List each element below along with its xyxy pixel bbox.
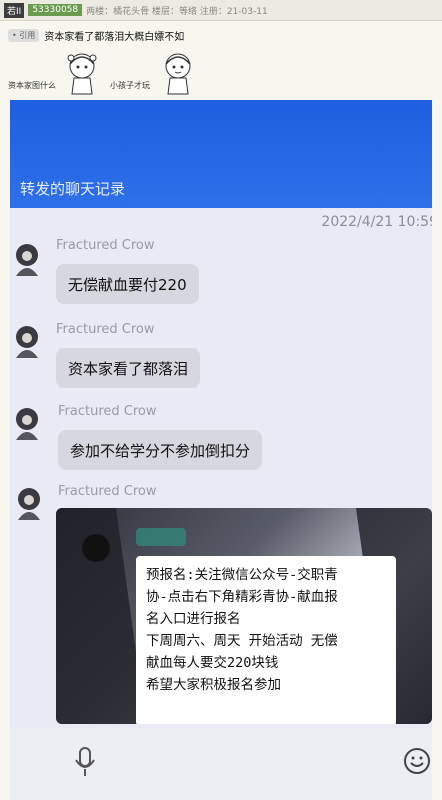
forum-topbar: 若II 53330058 两楼：橘花头骨 楼层：等络 注册：21-03-11 [0,0,442,21]
chat-timestamp: 2022/4/21 10:59 [321,214,432,230]
avatar[interactable] [12,242,42,276]
microphone-icon[interactable] [74,746,96,778]
chibi-girl-sticker-right [165,53,191,95]
message-sender: Fractured Crow [56,322,155,337]
image-message[interactable]: 预报名:关注微信公众号-交职青 协-点击右下角精彩青协-献血报 名入口进行报名 … [56,508,432,724]
post-title: 资本家看了都落泪大概白嫖不如 [44,31,185,43]
message-bubble[interactable]: 参加不给学分不参加倒扣分 [58,430,263,470]
post-id-badge[interactable]: 53330058 [28,4,83,16]
post-meta: 两楼：橘花头骨 楼层：等络 注册：21-03-11 [86,6,268,17]
sticker-row: 资本家图什么 小孩子才玩 [0,50,442,98]
post-title-row: • 引用 资本家看了都落泪大概白嫖不如 [8,28,185,43]
sticker-left-caption: 资本家图什么 [8,81,56,90]
chibi-girl-sticker-left [67,53,97,95]
quote-tag: • 引用 [8,28,40,42]
message-sender: Fractured Crow [56,238,155,253]
message-sender: Fractured Crow [58,484,157,499]
avatar[interactable] [14,486,44,520]
announcement-text: 预报名:关注微信公众号-交职青 协-点击右下角精彩青协-献血报 名入口进行报名 … [136,556,396,724]
message-text: 资本家看了都落泪 [68,359,189,378]
input-toolbar [10,728,432,800]
chat-record-screen: 转发的聊天记录 2022/4/21 10:59 Fractured Crow 无… [10,100,432,800]
message-sender: Fractured Crow [58,404,157,419]
smiley-icon[interactable] [402,746,432,776]
app-header: 转发的聊天记录 [10,100,432,208]
app-badge: 若II [4,2,25,18]
message-bubble[interactable]: 资本家看了都落泪 [56,348,201,388]
sticker-right-caption: 小孩子才玩 [110,81,150,90]
avatar[interactable] [12,406,42,440]
message-bubble[interactable]: 无偿献血要付220 [56,264,199,304]
avatar[interactable] [12,324,42,358]
message-text: 参加不给学分不参加倒扣分 [70,441,251,460]
header-title: 转发的聊天记录 [20,180,126,198]
message-text: 无偿献血要付220 [68,275,187,294]
